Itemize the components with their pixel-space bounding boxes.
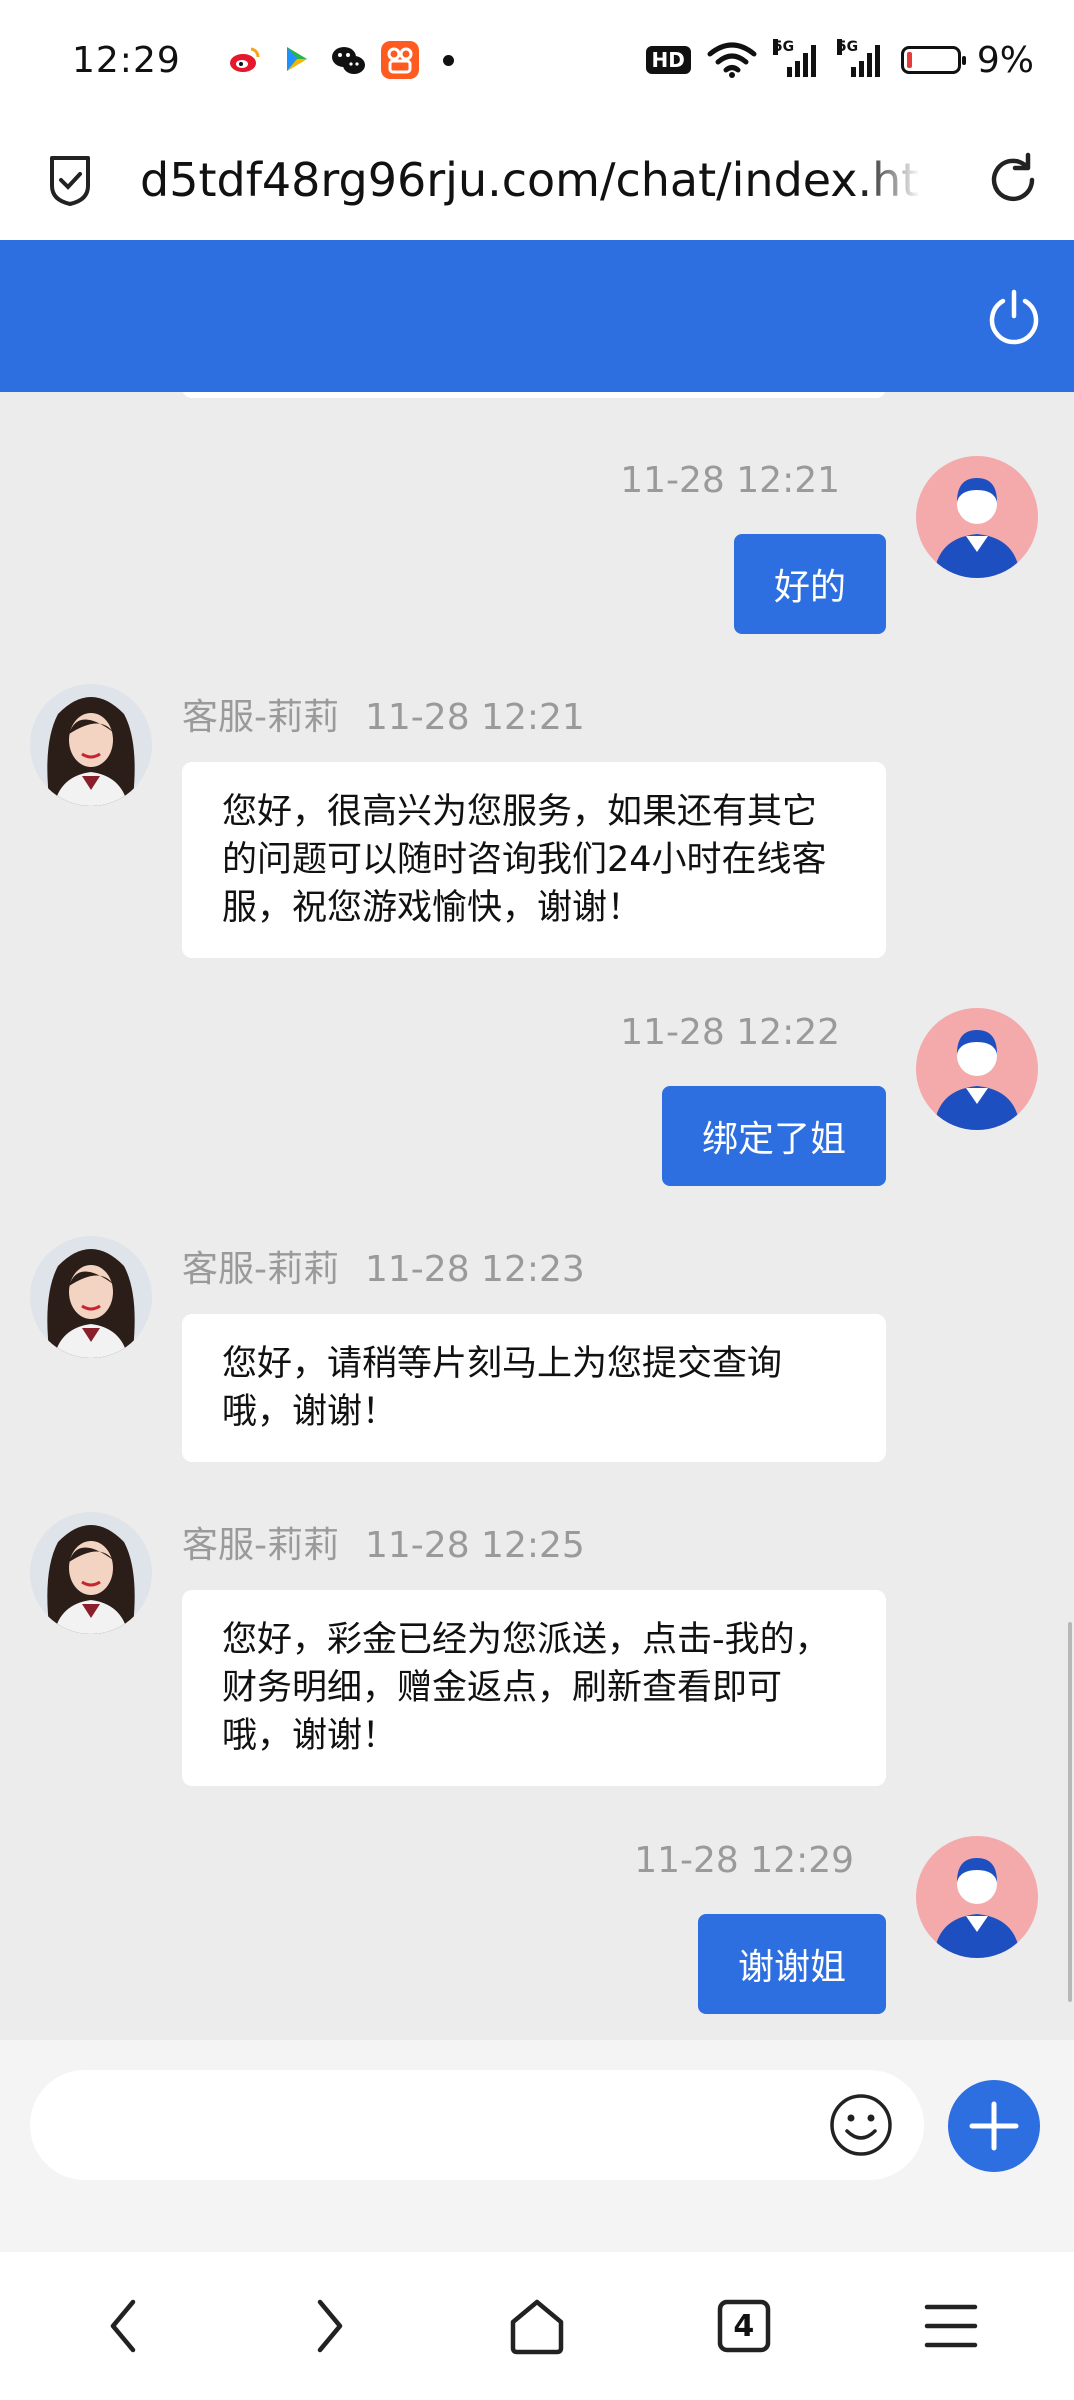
- message-header: 客服-莉莉 11-28 12:21: [182, 688, 585, 740]
- message-text: 谢谢姐: [737, 1947, 846, 1988]
- message-input[interactable]: [30, 2070, 924, 2180]
- message-text: 绑定了姐: [701, 1119, 846, 1160]
- power-icon[interactable]: [984, 286, 1044, 346]
- message-text: 好的: [773, 567, 846, 608]
- menu-icon: [924, 2304, 977, 2348]
- home-icon: [510, 2299, 564, 2355]
- shield-check-icon[interactable]: [40, 150, 100, 210]
- smiley-icon[interactable]: [828, 2092, 894, 2158]
- chat-message-list[interactable]: 11-28 12:21 好的 客服-莉莉 11-28 12:21 您好，很高兴为您…: [0, 392, 1074, 2040]
- message-text: 您好，很高兴为您服务，如果还有其它的问题可以随时咨询我们24小时在线客服，祝您游…: [222, 792, 827, 928]
- chevron-left-icon: [111, 2299, 136, 2353]
- sender-name: 客服-莉莉: [182, 697, 339, 738]
- message-text: 您好，请稍等片刻马上为您提交查询哦，谢谢！: [222, 1344, 783, 1432]
- chat-scrollbar[interactable]: [1068, 1622, 1072, 2002]
- status-time: 12:29: [72, 39, 181, 81]
- previous-message-bubble: [182, 392, 886, 398]
- menu-button[interactable]: [906, 2281, 996, 2371]
- back-button[interactable]: [78, 2281, 168, 2371]
- message-timestamp: 11-28 12:22: [620, 1012, 840, 1053]
- battery-level: [906, 52, 912, 68]
- outgoing-message-bubble: 绑定了姐: [661, 1086, 886, 1186]
- chat-header: [0, 240, 1074, 392]
- video-app-icon: [276, 41, 315, 79]
- browser-address-bar: d5tdf48rg96rju.com/chat/index.html: [0, 120, 1074, 240]
- browser-bottom-nav: 4: [0, 2252, 1074, 2400]
- home-button[interactable]: [492, 2281, 582, 2371]
- message-timestamp: 11-28 12:21: [620, 460, 840, 501]
- chevron-right-icon: [317, 2299, 343, 2353]
- user-avatar[interactable]: [916, 1836, 1038, 1958]
- signal-strength-icon: 5G: [836, 39, 885, 77]
- incoming-message-bubble: 您好，请稍等片刻马上为您提交查询哦，谢谢！: [182, 1314, 886, 1462]
- sender-name: 客服-莉莉: [182, 1249, 339, 1290]
- url-fade: [860, 153, 920, 207]
- reload-icon[interactable]: [982, 149, 1044, 211]
- signal-strength-icon: 5G: [772, 39, 821, 77]
- chat-page: 12:29 HD 5G 5G 9% d5tdf48rg96rju.com/cha…: [0, 0, 1074, 2400]
- outgoing-message-bubble: 谢谢姐: [697, 1914, 886, 2014]
- agent-avatar[interactable]: [30, 1236, 152, 1358]
- message-timestamp: 11-28 12:23: [365, 1249, 585, 1290]
- outgoing-message-bubble: 好的: [733, 534, 886, 634]
- forward-button[interactable]: [285, 2281, 375, 2371]
- tabs-button[interactable]: 4: [699, 2281, 789, 2371]
- battery-icon: [900, 46, 966, 74]
- plus-icon: [969, 2101, 1019, 2151]
- incoming-message-bubble: 您好，彩金已经为您派送，点击-我的，财务明细，赠金返点，刷新查看即可哦，谢谢！: [182, 1590, 886, 1786]
- wifi-icon: [707, 42, 757, 78]
- notification-icons: [224, 41, 454, 79]
- message-timestamp: 11-28 12:29: [634, 1840, 854, 1881]
- message-composer: [0, 2040, 1074, 2252]
- incoming-message-bubble: 您好，很高兴为您服务，如果还有其它的问题可以随时咨询我们24小时在线客服，祝您游…: [182, 762, 886, 958]
- user-avatar[interactable]: [916, 1008, 1038, 1130]
- message-text: 您好，彩金已经为您派送，点击-我的，财务明细，赠金返点，刷新查看即可哦，谢谢！: [222, 1620, 830, 1756]
- agent-avatar[interactable]: [30, 1512, 152, 1634]
- user-avatar[interactable]: [916, 456, 1038, 578]
- weibo-app-icon: [224, 41, 263, 79]
- wechat-app-icon: [331, 47, 365, 74]
- url-text: d5tdf48rg96rju.com/chat/index.html: [140, 153, 920, 207]
- network-type-label: 5G: [836, 39, 859, 55]
- more-notifications-dot: [442, 54, 454, 66]
- network-type-label: 5G: [772, 39, 795, 55]
- add-attachment-button[interactable]: [948, 2080, 1040, 2172]
- battery-percent: 9%: [976, 39, 1034, 81]
- message-timestamp: 11-28 12:21: [365, 697, 585, 738]
- status-bar: 12:29 HD 5G 5G 9%: [0, 0, 1074, 120]
- message-header: 客服-莉莉 11-28 12:23: [182, 1240, 585, 1292]
- hd-voice-badge: HD: [645, 46, 691, 74]
- sender-name: 客服-莉莉: [182, 1525, 339, 1566]
- agent-avatar[interactable]: [30, 684, 152, 806]
- kuaishou-app-icon: [380, 41, 419, 79]
- tab-count: 4: [733, 2308, 755, 2344]
- message-header: 客服-莉莉 11-28 12:25: [182, 1516, 585, 1568]
- message-timestamp: 11-28 12:25: [365, 1525, 585, 1566]
- url-field[interactable]: d5tdf48rg96rju.com/chat/index.html: [140, 153, 920, 207]
- status-indicators: HD 5G 5G 9%: [645, 39, 1034, 81]
